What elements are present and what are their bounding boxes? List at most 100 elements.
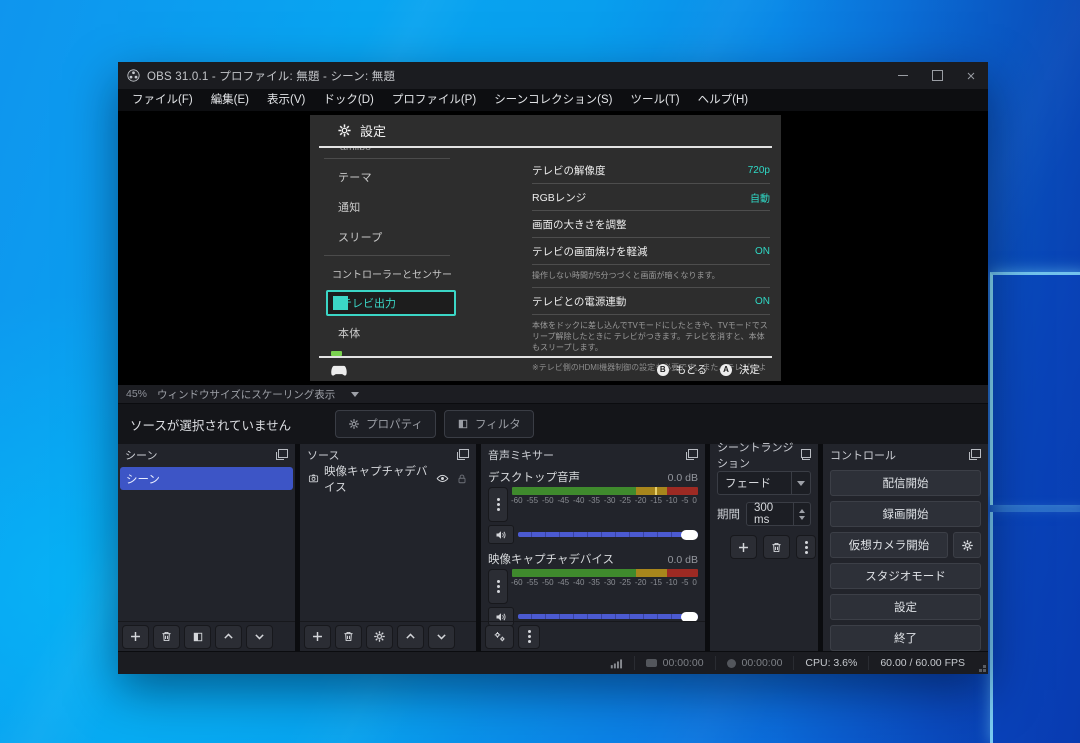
channel-menu-button[interactable] — [488, 569, 508, 604]
status-bar: 00:00:00 00:00:00 CPU: 3.6% 60.00 / 60.0… — [118, 651, 988, 674]
stream-status-icon — [646, 659, 657, 667]
source-properties-button[interactable] — [366, 625, 393, 649]
chevron-down-icon — [253, 630, 266, 643]
title-bar[interactable]: OBS 31.0.1 - プロファイル: 無題 - シーン: 無題 — [118, 62, 988, 89]
switch-settings-content: テレビの解像度 720p RGBレンジ 自動 画面の大きさを調整 テレビの画面焼… — [532, 157, 770, 371]
settings-gear-icon — [337, 123, 352, 138]
add-source-button[interactable] — [304, 625, 331, 649]
slider-track — [518, 532, 698, 537]
lock-icon[interactable] — [456, 473, 468, 485]
remove-scene-button[interactable] — [153, 625, 180, 649]
transition-menu-button[interactable] — [796, 535, 816, 559]
preview-scaling-mode[interactable]: ウィンドウサイズにスケーリング表示 — [157, 387, 335, 402]
sidebar-item-notifications: 通知 — [310, 192, 460, 222]
chevron-down-icon[interactable] — [351, 392, 359, 397]
studio-mode-button[interactable]: スタジオモード — [830, 563, 981, 589]
slider-handle[interactable] — [681, 530, 698, 540]
gear-icon — [348, 418, 360, 430]
scenes-toolbar — [118, 621, 295, 651]
mixer-channel-video-capture: 映像キャプチャデバイス 0.0 dB -60-55-50-45-40-35-30… — [488, 551, 698, 626]
slider-handle[interactable] — [681, 612, 698, 622]
menu-scene-collection[interactable]: シーンコレクション(S) — [485, 89, 621, 111]
settings-button[interactable]: 設定 — [830, 594, 981, 620]
channel-menu-button[interactable] — [488, 487, 508, 522]
menu-help[interactable]: ヘルプ(H) — [689, 89, 757, 111]
move-source-down-button[interactable] — [428, 625, 455, 649]
maximize-icon — [932, 70, 943, 81]
menu-file[interactable]: ファイル(F) — [123, 89, 202, 111]
kebab-icon — [805, 546, 808, 549]
tick-label: 0 — [692, 578, 696, 587]
chevron-down-icon — [797, 481, 805, 486]
volume-slider[interactable] — [518, 528, 698, 542]
db-scale: -60-55-50-45-40-35-30-25-20-15-10-50 — [511, 578, 697, 587]
tick-label: -40 — [573, 578, 585, 587]
select-arrow-button[interactable] — [791, 472, 810, 494]
tick-label: -55 — [526, 578, 538, 587]
advanced-audio-button[interactable] — [485, 625, 514, 649]
spin-down-button[interactable] — [799, 516, 805, 520]
virtual-camera-settings-button[interactable] — [953, 532, 981, 558]
transition-select[interactable]: フェード — [717, 471, 811, 495]
source-toolbar-row: ソースが選択されていません プロパティ フィルタ — [118, 404, 988, 444]
add-transition-button[interactable] — [730, 535, 757, 559]
visibility-eye-icon[interactable] — [436, 472, 449, 485]
source-list-item[interactable]: 映像キャプチャデバイス — [302, 467, 474, 490]
kebab-icon — [528, 635, 531, 638]
sidebar-item-system: 本体 — [310, 318, 460, 348]
obs-window: OBS 31.0.1 - プロファイル: 無題 - シーン: 無題 ファイル(F… — [118, 62, 988, 672]
move-scene-up-button[interactable] — [215, 625, 242, 649]
gear-icon — [373, 630, 386, 643]
minimize-icon — [898, 75, 908, 76]
menu-bar: ファイル(F) 編集(E) 表示(V) ドック(D) プロファイル(P) シーン… — [118, 89, 988, 111]
sidebar-separator — [324, 158, 450, 159]
b-button-icon: B — [657, 364, 669, 376]
audio-mixer-dock: 音声ミキサー デスクトップ音声 0.0 dB — [481, 444, 705, 651]
wallpaper-window-pane-bottom — [990, 512, 1080, 743]
exit-button[interactable]: 終了 — [830, 625, 981, 651]
spin-up-button[interactable] — [799, 509, 805, 513]
setting-row-burn-in: テレビの画面焼けを軽減 ON — [532, 238, 770, 265]
menu-tools[interactable]: ツール(T) — [621, 89, 688, 111]
duration-spinbox[interactable]: 300 ms — [746, 502, 811, 526]
minimize-button[interactable] — [886, 62, 920, 89]
mixer-menu-button[interactable] — [518, 625, 540, 649]
scenes-dock-header[interactable]: シーン — [118, 444, 295, 465]
menu-edit[interactable]: 編集(E) — [202, 89, 258, 111]
menu-view[interactable]: 表示(V) — [258, 89, 314, 111]
transitions-dock-header[interactable]: シーントランジション — [710, 444, 818, 465]
properties-button[interactable]: プロパティ — [335, 410, 436, 438]
sidebar-item-theme: テーマ — [310, 162, 460, 192]
add-scene-button[interactable] — [122, 625, 149, 649]
move-scene-down-button[interactable] — [246, 625, 273, 649]
filters-button[interactable]: フィルタ — [444, 410, 534, 438]
menu-docks[interactable]: ドック(D) — [314, 89, 382, 111]
remove-transition-button[interactable] — [763, 535, 790, 559]
resize-grip[interactable] — [983, 669, 986, 672]
scene-list-item[interactable]: シーン — [120, 467, 293, 490]
mixer-dock-header[interactable]: 音声ミキサー — [481, 444, 705, 465]
mute-button[interactable] — [488, 525, 514, 544]
chevron-down-icon — [435, 630, 448, 643]
remove-source-button[interactable] — [335, 625, 362, 649]
maximize-button[interactable] — [920, 62, 954, 89]
menu-profile[interactable]: プロファイル(P) — [383, 89, 485, 111]
connection-stats — [599, 656, 634, 670]
dock-area: シーン シーン ソース 映像キャプチャデバイス — [118, 444, 988, 651]
popout-icon — [457, 449, 469, 460]
fps-counter: 60.00 / 60.00 FPS — [868, 656, 976, 670]
start-streaming-button[interactable]: 配信開始 — [830, 470, 981, 496]
record-dot-icon — [727, 659, 736, 668]
controls-dock-header[interactable]: コントロール — [823, 444, 988, 465]
trash-icon — [770, 541, 783, 554]
preview-canvas[interactable]: 設定 amiibo テーマ 通知 スリープ コントローラーとセンサー テレビ出力… — [118, 111, 988, 385]
popout-icon — [686, 449, 698, 460]
transition-selected-value: フェード — [718, 475, 791, 491]
scene-filters-button[interactable] — [184, 625, 211, 649]
start-virtual-camera-button[interactable]: 仮想カメラ開始 — [830, 532, 948, 558]
start-recording-button[interactable]: 録画開始 — [830, 501, 981, 527]
close-button[interactable] — [954, 62, 988, 89]
setting-row-power-sync: テレビとの電源連動 ON — [532, 288, 770, 315]
duration-value: 300 ms — [747, 502, 793, 526]
move-source-up-button[interactable] — [397, 625, 424, 649]
